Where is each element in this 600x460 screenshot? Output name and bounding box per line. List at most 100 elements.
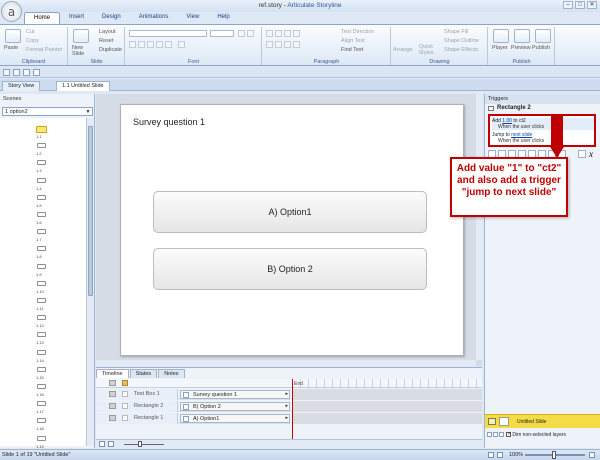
maximize-button[interactable]: □ bbox=[575, 1, 585, 9]
align-text-button[interactable]: Align Text bbox=[341, 38, 365, 44]
preview-button[interactable]: Preview bbox=[511, 45, 531, 51]
tab-help[interactable]: Help bbox=[208, 12, 238, 24]
align-center-icon[interactable] bbox=[275, 41, 282, 48]
timeline-zoom-knob[interactable] bbox=[138, 441, 142, 447]
decrease-indent-icon[interactable] bbox=[284, 30, 291, 37]
option-b-button[interactable]: B) Option 2 bbox=[153, 248, 427, 290]
shape-effects-button[interactable]: Shape Effects bbox=[444, 47, 478, 53]
duplicate-button[interactable]: Duplicate bbox=[99, 47, 122, 53]
close-button[interactable]: ✕ bbox=[587, 1, 597, 9]
timeline-bar[interactable]: A) Option1 ▸ bbox=[180, 414, 290, 423]
option-a-button[interactable]: A) Option1 bbox=[153, 191, 427, 233]
bold-icon[interactable] bbox=[129, 41, 136, 48]
slide-thumbnail[interactable] bbox=[37, 315, 46, 321]
eye-icon[interactable] bbox=[109, 380, 116, 386]
green-icon[interactable] bbox=[578, 150, 586, 158]
base-layer-row[interactable]: Untitled Slide bbox=[485, 414, 600, 428]
slide-thumbnail[interactable] bbox=[37, 366, 46, 372]
eye-icon[interactable] bbox=[109, 391, 116, 397]
trigger-item[interactable]: Add 1.00 to ct2 When the user clicks bbox=[492, 118, 594, 130]
slide-thumbnail[interactable] bbox=[37, 280, 46, 286]
quick-styles-button[interactable]: Quick Styles bbox=[416, 44, 436, 56]
tab-design[interactable]: Design bbox=[93, 12, 130, 24]
tab-states[interactable]: States bbox=[129, 369, 158, 378]
customize-toolbar-icon[interactable] bbox=[33, 69, 40, 76]
new-layer-icon[interactable] bbox=[487, 432, 492, 438]
bullets-icon[interactable] bbox=[266, 30, 273, 37]
shadow-icon[interactable] bbox=[165, 41, 172, 48]
shape-outline-button[interactable]: Shape Outline bbox=[444, 38, 479, 44]
align-left-icon[interactable] bbox=[266, 41, 273, 48]
slide-canvas[interactable]: Survey question 1 A) Option1 B) Option 2 bbox=[120, 104, 464, 356]
slide-title-text[interactable]: Survey question 1 bbox=[133, 117, 205, 127]
layout-button[interactable]: Layout bbox=[99, 29, 116, 35]
slide-thumbnail[interactable] bbox=[37, 263, 46, 269]
slide-thumbnail[interactable] bbox=[37, 418, 46, 424]
slide-thumbnail[interactable] bbox=[37, 349, 46, 355]
eye-icon[interactable] bbox=[109, 415, 116, 421]
slide-thumbnail[interactable] bbox=[37, 435, 46, 441]
tab-untitled-slide[interactable]: 1.1 Untitled Slide bbox=[56, 81, 110, 91]
slide-thumbnail[interactable] bbox=[37, 384, 46, 389]
tab-timeline[interactable]: Timeline bbox=[96, 369, 129, 378]
justify-icon[interactable] bbox=[293, 41, 300, 48]
play-icon[interactable] bbox=[99, 441, 105, 447]
slide-thumbnail[interactable] bbox=[37, 143, 46, 149]
shape-fill-button[interactable]: Shape Fill bbox=[444, 29, 468, 35]
lock-icon[interactable] bbox=[122, 391, 128, 397]
slide-thumbnail[interactable] bbox=[37, 246, 46, 252]
slide-list-scrollbar[interactable] bbox=[86, 118, 94, 446]
publish-button[interactable]: Publish bbox=[532, 45, 550, 51]
format-painter-button[interactable]: Format Painter bbox=[26, 47, 62, 53]
strikethrough-icon[interactable] bbox=[156, 41, 163, 48]
align-right-icon[interactable] bbox=[284, 41, 291, 48]
slide-thumbnail[interactable] bbox=[37, 298, 46, 303]
fit-view-icon[interactable] bbox=[497, 452, 503, 458]
save-icon[interactable] bbox=[3, 69, 10, 76]
timeline-row[interactable]: Rectangle 2 B) Option 2 ▸ bbox=[96, 401, 482, 412]
underline-icon[interactable] bbox=[147, 41, 154, 48]
stage-horizontal-scrollbar[interactable] bbox=[96, 360, 476, 366]
increase-indent-icon[interactable] bbox=[293, 30, 300, 37]
tab-home[interactable]: Home bbox=[24, 12, 61, 24]
redo-icon[interactable] bbox=[23, 69, 30, 76]
tab-view[interactable]: View bbox=[177, 12, 208, 24]
lock-icon[interactable] bbox=[122, 403, 128, 409]
tab-animations[interactable]: Animations bbox=[130, 12, 178, 24]
lock-icon[interactable] bbox=[122, 415, 128, 421]
slide-thumbnail[interactable] bbox=[37, 332, 46, 338]
timeline-row[interactable]: Text Box 1 Survey question 1 ▸ bbox=[96, 389, 482, 400]
tab-insert[interactable]: Insert bbox=[60, 12, 93, 24]
tab-notes[interactable]: Notes bbox=[158, 369, 185, 378]
slide-thumbnail[interactable] bbox=[37, 401, 46, 407]
timeline-bar[interactable]: Survey question 1 ▸ bbox=[180, 390, 290, 399]
player-button[interactable]: Player bbox=[492, 45, 508, 51]
lock-icon[interactable] bbox=[122, 380, 128, 386]
scrollbar-thumb[interactable] bbox=[88, 126, 93, 296]
delete-layer-icon[interactable] bbox=[499, 432, 504, 438]
italic-icon[interactable] bbox=[138, 41, 145, 48]
timeline-bar[interactable]: B) Option 2 ▸ bbox=[180, 402, 290, 411]
slide-thumbnail[interactable] bbox=[37, 160, 46, 166]
numbering-icon[interactable] bbox=[275, 30, 282, 37]
slide-thumbnail[interactable] bbox=[36, 126, 47, 133]
text-direction-button[interactable]: Text Direction bbox=[341, 29, 374, 35]
font-color-icon[interactable] bbox=[178, 41, 185, 48]
dim-checkbox[interactable] bbox=[506, 431, 512, 438]
paste-button[interactable]: Paste bbox=[4, 45, 18, 51]
slide-thumbnail[interactable] bbox=[37, 194, 46, 200]
find-text-button[interactable]: Find Text bbox=[341, 47, 363, 53]
timeline-row[interactable]: Rectangle 1 A) Option1 ▸ bbox=[96, 413, 482, 424]
stop-icon[interactable] bbox=[108, 441, 114, 447]
normal-view-icon[interactable] bbox=[488, 452, 494, 458]
minimize-button[interactable]: – bbox=[563, 1, 573, 9]
shrink-font-icon[interactable] bbox=[247, 30, 254, 37]
zoom-fit-icon[interactable] bbox=[589, 452, 595, 458]
slide-thumbnail[interactable] bbox=[37, 177, 46, 183]
zoom-knob[interactable] bbox=[552, 451, 556, 459]
tab-story-view[interactable]: Story View bbox=[2, 81, 41, 91]
arrange-button[interactable]: Arrange bbox=[393, 47, 413, 53]
undo-icon[interactable] bbox=[13, 69, 20, 76]
font-size-combo[interactable] bbox=[210, 30, 234, 37]
timeline-ruler[interactable] bbox=[292, 379, 482, 388]
